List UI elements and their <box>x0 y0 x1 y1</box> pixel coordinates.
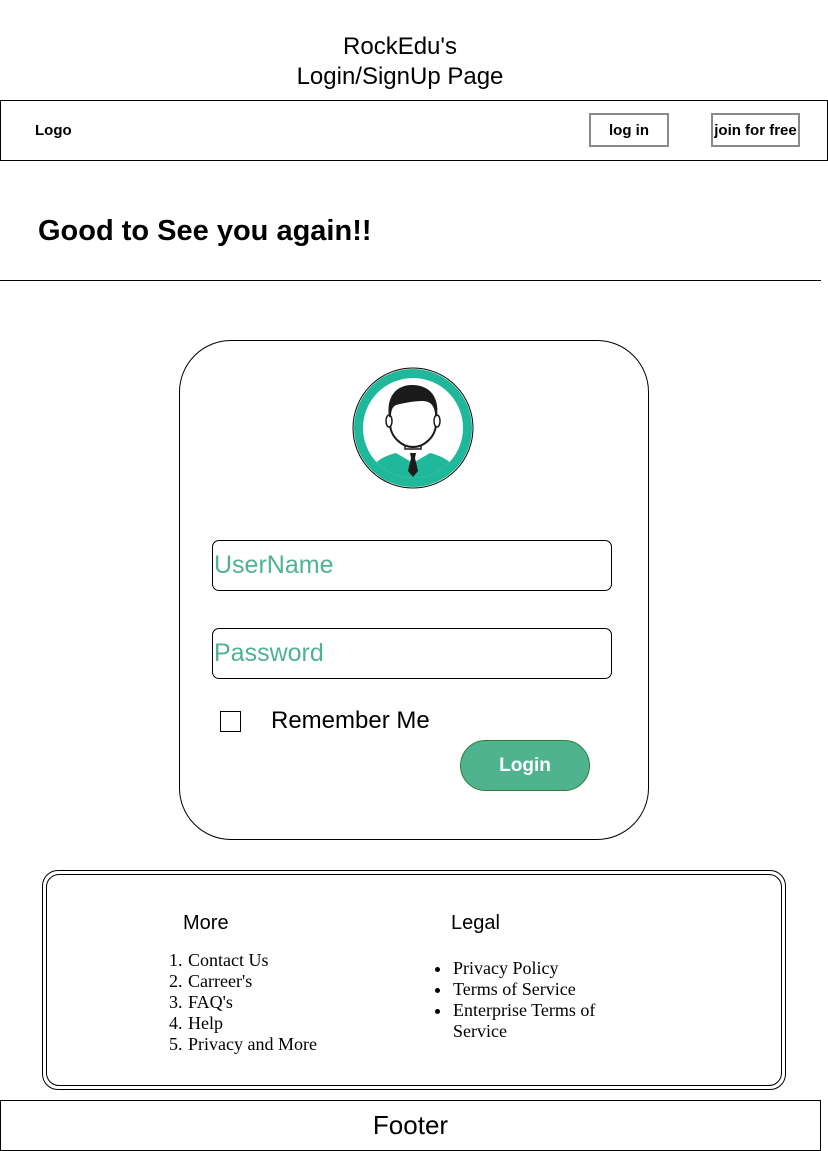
more-list: Contact Us Carreer's FAQ's Help Privacy … <box>167 950 317 1055</box>
remember-me-label: Remember Me <box>271 707 430 734</box>
legal-link-terms-of-service[interactable]: Terms of Service <box>452 979 637 1000</box>
legal-link-enterprise-terms[interactable]: Enterprise Terms of Service <box>452 1000 637 1042</box>
legal-heading: Legal <box>451 912 500 934</box>
more-link-help[interactable]: Help <box>187 1013 317 1034</box>
page-title: RockEdu's Login/SignUp Page <box>200 32 600 92</box>
join-for-free-button[interactable]: join for free <box>711 113 800 147</box>
login-button[interactable]: Login <box>460 740 590 791</box>
more-link-careers[interactable]: Carreer's <box>187 971 317 992</box>
remember-me-checkbox[interactable] <box>220 711 241 732</box>
welcome-heading: Good to See you again!! <box>38 215 372 247</box>
legal-link-privacy-policy[interactable]: Privacy Policy <box>452 958 637 979</box>
more-link-contact-us[interactable]: Contact Us <box>187 950 317 971</box>
logo[interactable]: Logo <box>35 122 72 139</box>
page-title-line-2: Login/SignUp Page <box>296 63 504 90</box>
password-input[interactable] <box>212 628 612 679</box>
navbar: Logo log in join for free <box>0 100 828 161</box>
user-avatar-icon <box>352 367 474 489</box>
links-inner-border <box>46 874 782 1086</box>
legal-list: Privacy Policy Terms of Service Enterpri… <box>432 958 637 1042</box>
more-heading: More <box>183 912 229 934</box>
more-link-privacy-and-more[interactable]: Privacy and More <box>187 1034 317 1055</box>
divider <box>0 280 821 281</box>
links-section: More Contact Us Carreer's FAQ's Help Pri… <box>42 870 786 1090</box>
more-link-faqs[interactable]: FAQ's <box>187 992 317 1013</box>
page-title-line-1: RockEdu's <box>343 33 457 60</box>
login-card: Remember Me Login <box>179 340 649 840</box>
login-nav-button[interactable]: log in <box>589 113 669 147</box>
username-input[interactable] <box>212 540 612 591</box>
footer: Footer <box>0 1100 821 1151</box>
